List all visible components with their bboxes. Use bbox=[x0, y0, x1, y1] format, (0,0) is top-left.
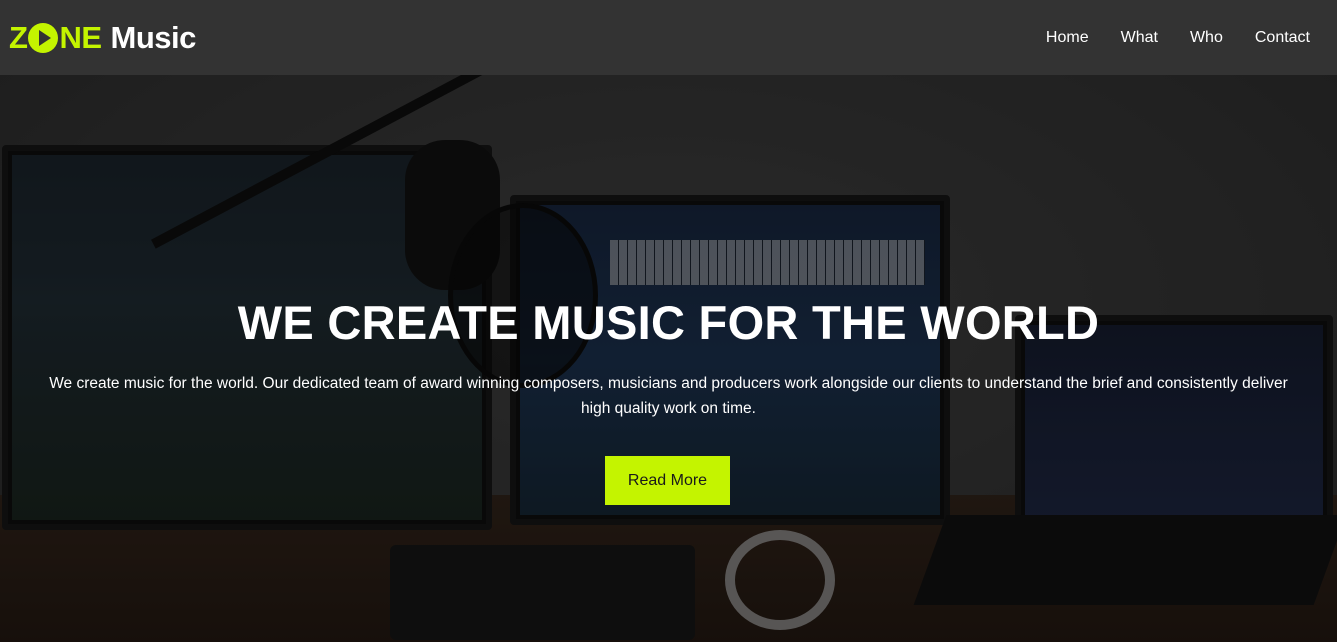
play-icon bbox=[28, 22, 59, 53]
main-nav: Home What Who Contact bbox=[1046, 29, 1310, 47]
zone-music-logo[interactable]: Z NE Music bbox=[9, 20, 196, 56]
nav-link-who[interactable]: Who bbox=[1190, 29, 1223, 47]
logo-word-music: Music bbox=[110, 19, 197, 55]
logo-letter-z: Z bbox=[9, 19, 28, 55]
hero-description: We create music for the world. Our dedic… bbox=[49, 375, 1288, 417]
logo-letters-ne: NE bbox=[59, 19, 102, 55]
hero-title: WE CREATE MUSIC FOR THE WORLD bbox=[237, 296, 1100, 349]
top-navbar: Z NE Music Home What Who Contact bbox=[0, 0, 1337, 75]
hero-content: WE CREATE MUSIC FOR THE WORLD We create … bbox=[0, 75, 1337, 642]
nav-link-what[interactable]: What bbox=[1121, 29, 1158, 47]
read-more-button[interactable]: Read More bbox=[605, 456, 730, 505]
nav-link-contact[interactable]: Contact bbox=[1255, 29, 1310, 47]
nav-link-home[interactable]: Home bbox=[1046, 29, 1089, 47]
hero-section: WE CREATE MUSIC FOR THE WORLD We create … bbox=[0, 75, 1337, 642]
